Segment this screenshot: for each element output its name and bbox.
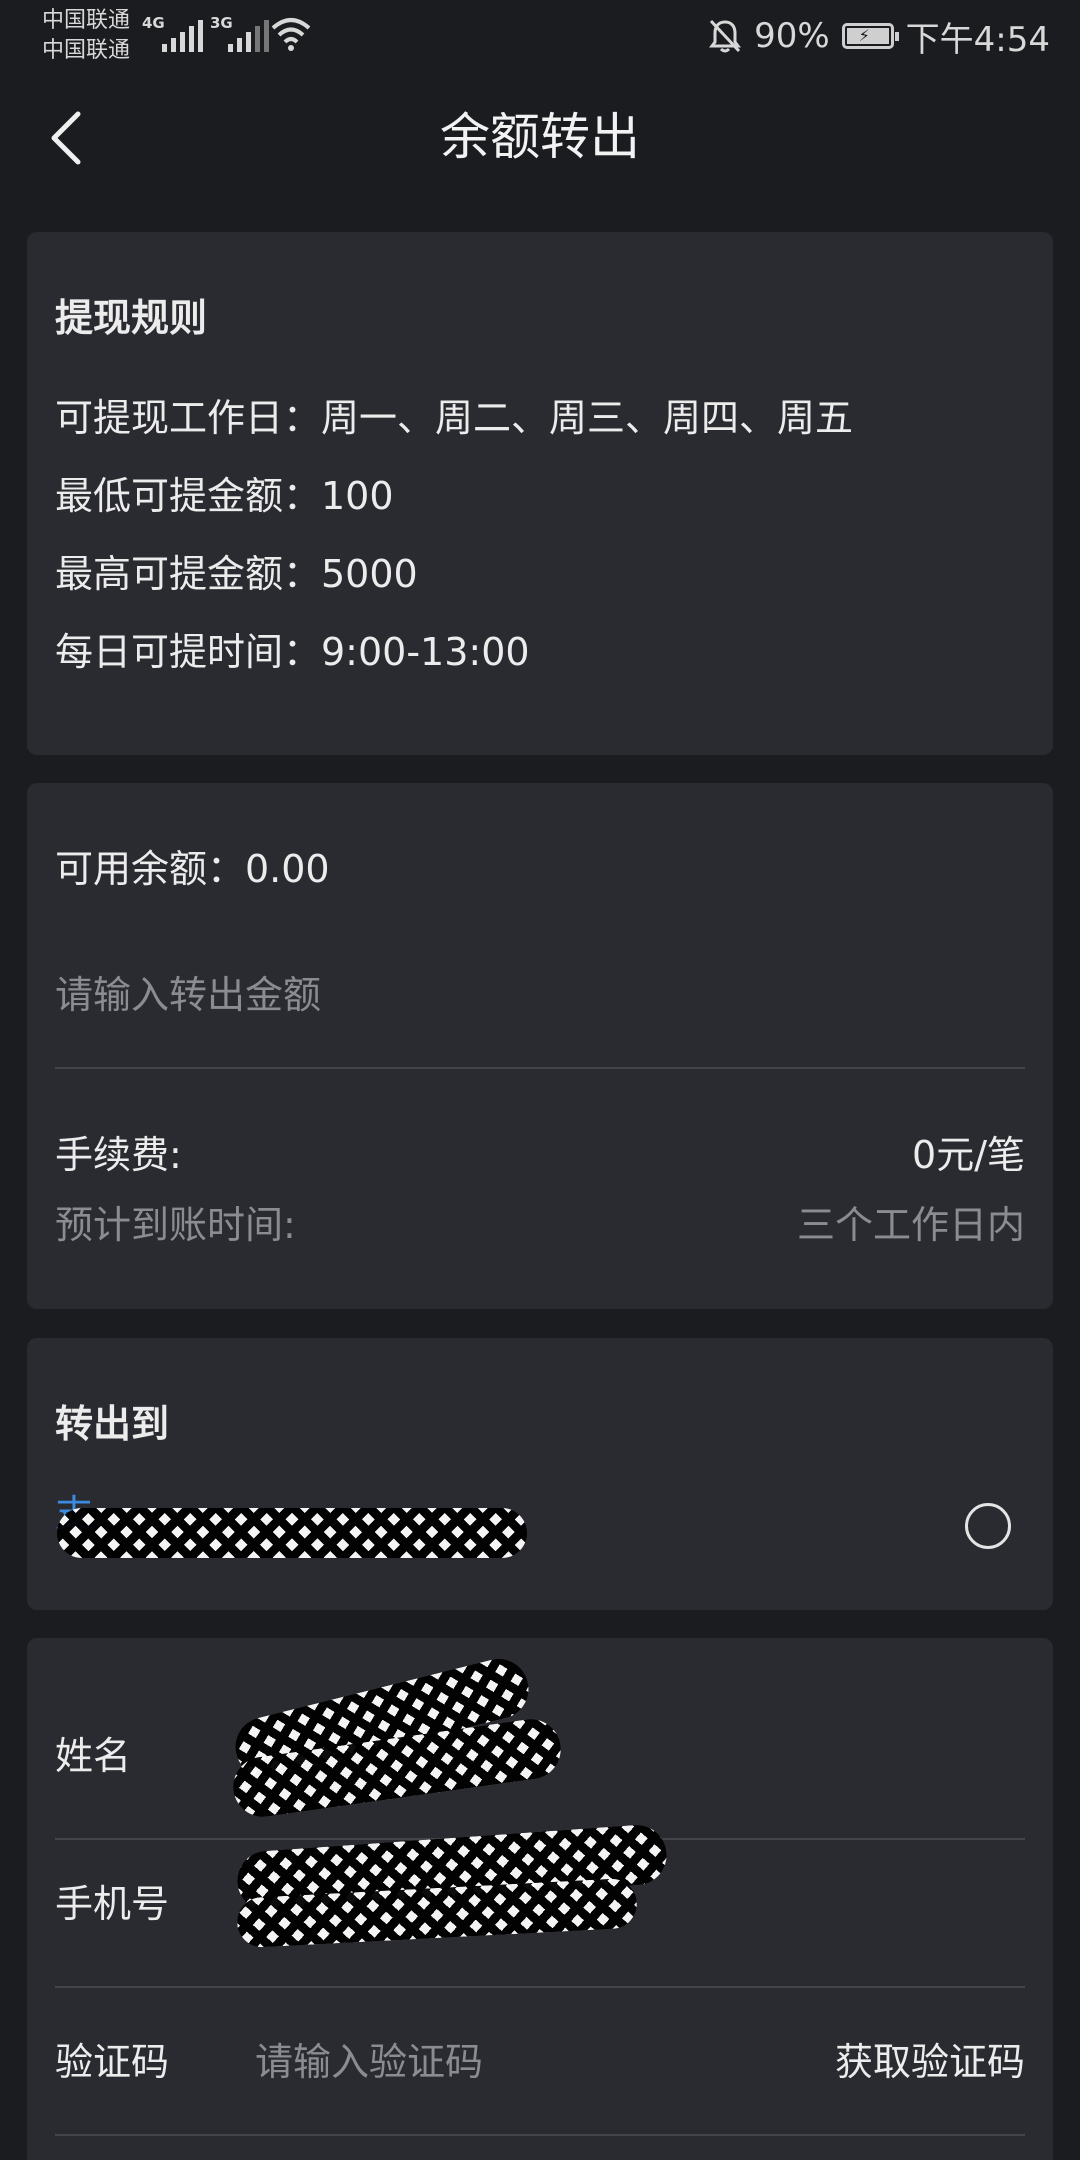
battery-percent: 90%: [754, 16, 830, 56]
clock: 下午4:54: [905, 19, 1050, 60]
rule-max-amount: 最高可提金额：5000: [55, 552, 418, 596]
signal-icon-2: [228, 18, 269, 52]
amount-card: 可用余额：0.00 请输入转出金额 手续费: 0元/笔 预计到账时间: 三个工作…: [27, 783, 1053, 1309]
wifi-icon: [271, 18, 311, 51]
redacted-account: [57, 1508, 527, 1558]
carrier-names: 中国联通 中国联通: [42, 6, 130, 66]
rule-daily-time: 每日可提时间：9:00-13:00: [55, 630, 530, 674]
code-input[interactable]: 请输入验证码: [255, 2036, 483, 2088]
battery-icon: ⚡: [841, 23, 899, 49]
available-balance: 可用余额：0.00: [55, 847, 330, 891]
identity-form-card: 姓名 手机号 验证码 请输入验证码 获取验证码: [27, 1638, 1053, 2160]
arrival-label: 预计到账时间:: [55, 1203, 296, 1247]
rule-workdays: 可提现工作日：周一、周二、周三、周四、周五: [55, 396, 854, 440]
carrier-1: 中国联通: [42, 8, 131, 33]
divider: [55, 2134, 1025, 2136]
status-right: 90% ⚡ 下午4:54: [708, 12, 1050, 60]
fee-label: 手续费:: [55, 1133, 182, 1177]
name-label: 姓名: [55, 1734, 132, 1778]
account-radio[interactable]: [965, 1503, 1011, 1549]
fee-value: 0元/笔: [912, 1133, 1025, 1177]
code-label: 验证码: [55, 2040, 170, 2084]
rules-heading: 提现规则: [55, 296, 208, 340]
carrier-2: 中国联通: [42, 38, 131, 63]
divider: [55, 1067, 1025, 1069]
phone-label: 手机号: [55, 1882, 170, 1926]
transfer-to-card: 转出到 支: [27, 1338, 1053, 1610]
withdraw-rules-card: 提现规则 可提现工作日：周一、周二、周三、周四、周五 最低可提金额：100 最高…: [27, 232, 1053, 755]
rule-min-amount: 最低可提金额：100: [55, 474, 394, 518]
amount-input[interactable]: 请输入转出金额: [55, 969, 321, 1021]
bell-off-icon: [709, 19, 742, 53]
status-bar: 中国联通 中国联通 4G 3G 90% ⚡ 下午4:54: [0, 0, 1080, 72]
transfer-to-heading: 转出到: [55, 1402, 170, 1446]
get-code-button[interactable]: 获取验证码: [835, 2036, 1025, 2088]
divider: [55, 1986, 1025, 1988]
arrival-value: 三个工作日内: [796, 1203, 1025, 1247]
page-title: 余额转出: [440, 108, 640, 166]
signal-icon-1: [162, 18, 203, 52]
